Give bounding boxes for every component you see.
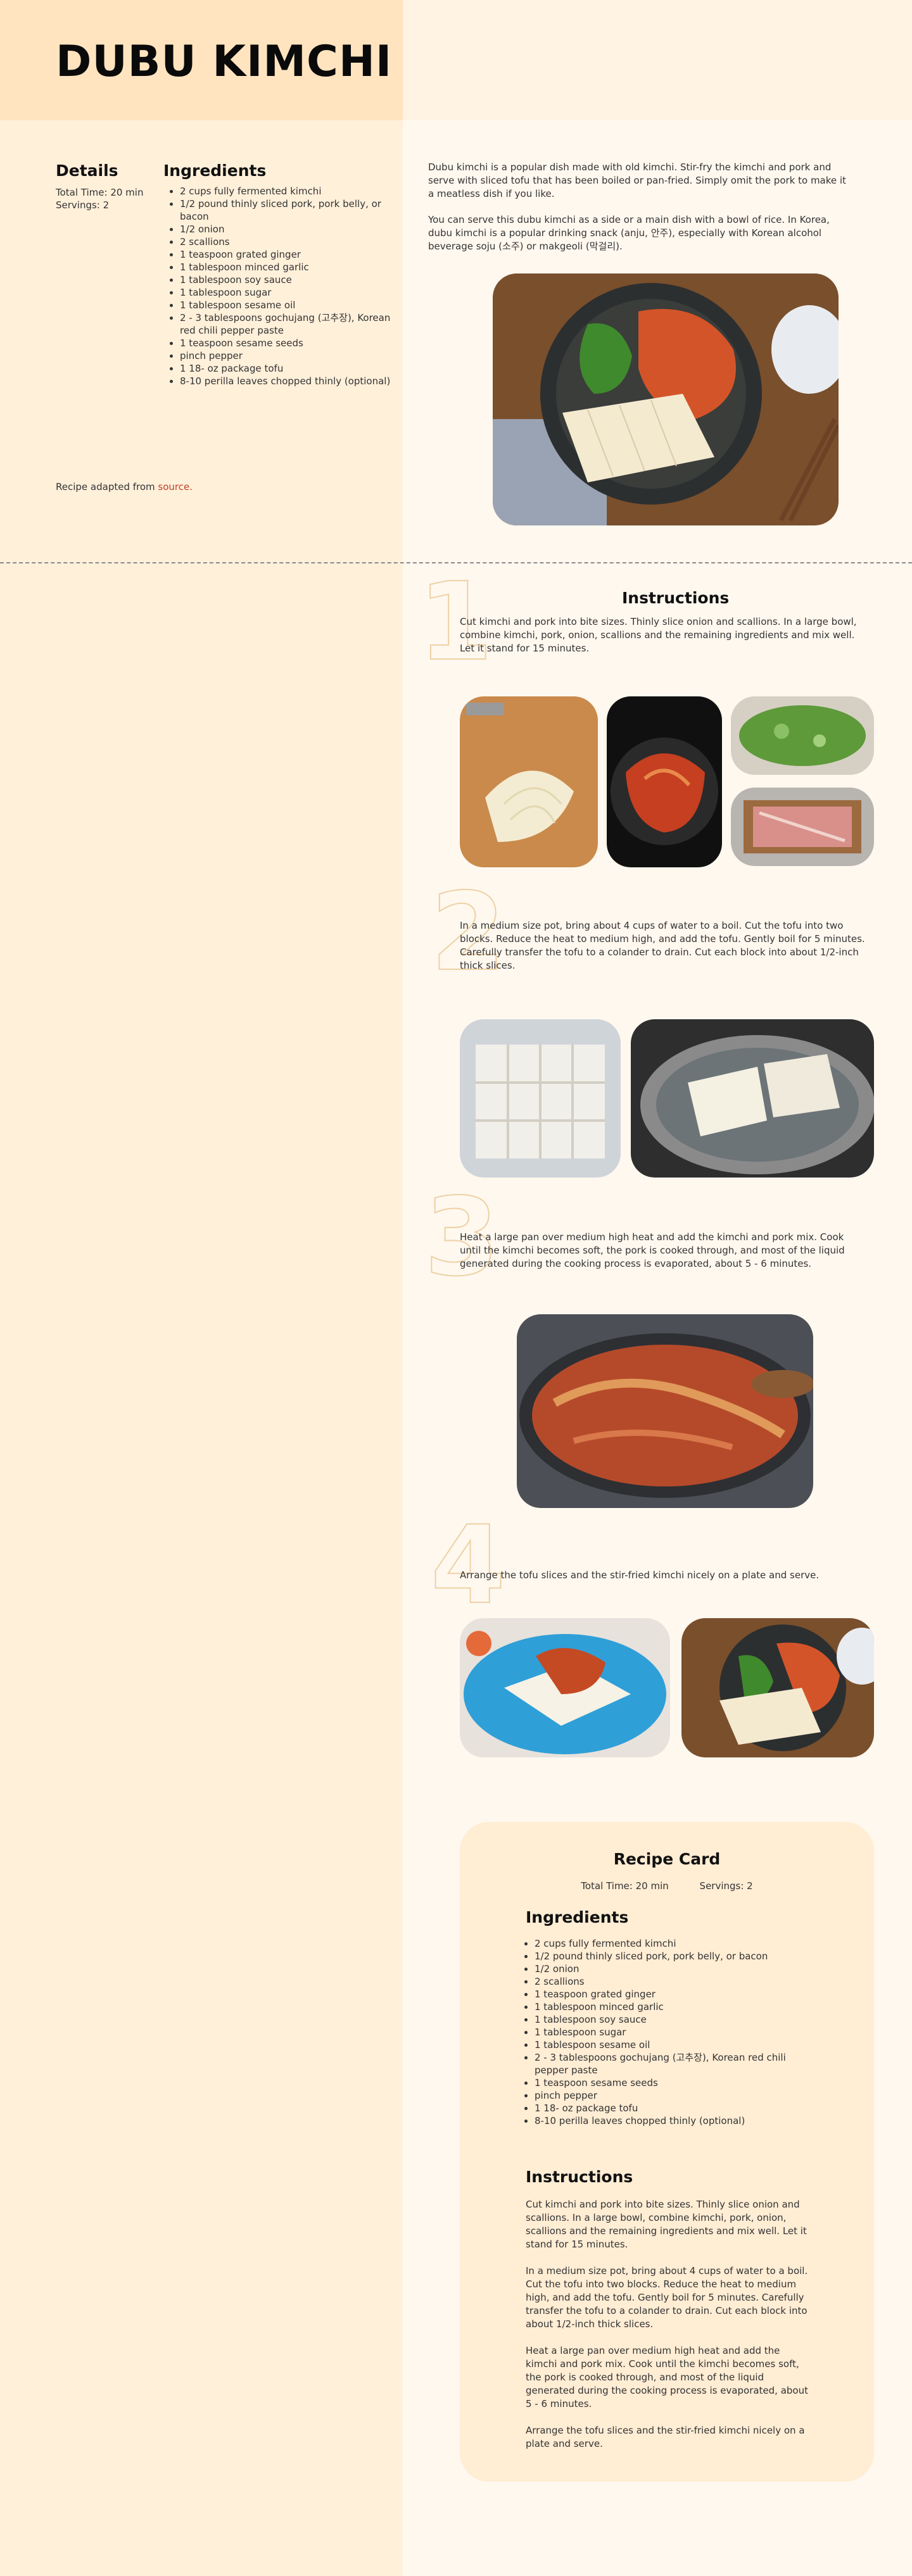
hero-photo — [493, 273, 839, 525]
tofu-blocks-photo — [460, 1019, 621, 1178]
list-item: 1/2 onion — [535, 1963, 817, 1975]
card-step: Heat a large pan over medium high heat a… — [526, 2345, 809, 2410]
kimchi-bowl-photo — [607, 696, 722, 867]
list-item: 2 - 3 tablespoons gochujang (고추장), Korea… — [535, 2051, 817, 2077]
card-ingredients-heading: Ingredients — [526, 1908, 629, 1926]
list-item: 8-10 perilla leaves chopped thinly (opti… — [535, 2114, 817, 2127]
list-item: 1 tablespoon sesame oil — [535, 2039, 817, 2051]
tofu-boiling-photo — [631, 1019, 874, 1178]
list-item: 1 tablespoon soy sauce — [535, 2013, 817, 2026]
list-item: 8-10 perilla leaves chopped thinly (opti… — [180, 375, 391, 387]
list-item: 1 tablespoon sugar — [535, 2026, 817, 2039]
list-item: 1/2 pound thinly sliced pork, pork belly… — [535, 1950, 817, 1963]
ingredients-section: Ingredients 2 cups fully fermented kimch… — [163, 161, 391, 387]
servings: Servings: 2 — [56, 199, 110, 211]
list-item: 1 teaspoon sesame seeds — [180, 337, 391, 349]
ingredients-list: 2 cups fully fermented kimchi 1/2 pound … — [163, 185, 391, 387]
list-item: 2 cups fully fermented kimchi — [535, 1937, 817, 1950]
card-instructions: Cut kimchi and pork into bite sizes. Thi… — [526, 2198, 811, 2464]
step-text: Cut kimchi and pork into bite sizes. Thi… — [460, 616, 857, 654]
instructions-heading: Instructions — [622, 589, 730, 607]
list-item: 2 scallions — [535, 1975, 817, 1988]
recipe-source-note: Recipe adapted from source. — [56, 481, 193, 493]
list-item: 1 18- oz package tofu — [180, 362, 391, 375]
source-prefix: Recipe adapted from — [56, 481, 158, 493]
list-item: 2 - 3 tablespoons gochujang (고추장), Korea… — [180, 311, 391, 337]
step-text: In a medium size pot, bring about 4 cups… — [460, 920, 865, 971]
list-item: 1 tablespoon sugar — [180, 286, 391, 299]
list-item: 1 tablespoon minced garlic — [535, 2001, 817, 2013]
title-band-right — [403, 0, 912, 120]
step-number: 4 — [430, 1503, 506, 1628]
list-item: pinch pepper — [180, 349, 391, 362]
card-ingredients-list: 2 cups fully fermented kimchi 1/2 pound … — [526, 1937, 817, 2127]
list-item: 2 cups fully fermented kimchi — [180, 185, 391, 198]
total-time: Total Time: 20 min — [56, 187, 144, 198]
card-servings: Servings: 2 — [699, 1880, 753, 1892]
list-item: 1 teaspoon sesame seeds — [535, 2077, 817, 2089]
list-item: 1 teaspoon grated ginger — [180, 248, 391, 261]
intro-text: Dubu kimchi is a popular dish made with … — [428, 161, 852, 266]
list-item: 1/2 pound thinly sliced pork, pork belly… — [180, 198, 391, 223]
list-item: 1 18- oz package tofu — [535, 2102, 817, 2114]
card-step: In a medium size pot, bring about 4 cups… — [526, 2265, 808, 2330]
recipe-card: Recipe Card Total Time: 20 min Servings:… — [460, 1822, 874, 2482]
plated-photo-blue — [460, 1618, 670, 1757]
ingredients-heading: Ingredients — [163, 161, 267, 180]
intro-paragraph: Dubu kimchi is a popular dish made with … — [428, 161, 846, 199]
recipe-card-title: Recipe Card — [613, 1850, 721, 1868]
card-step: Cut kimchi and pork into bite sizes. Thi… — [526, 2199, 807, 2250]
plated-photo-dark — [681, 1618, 874, 1757]
card-instructions-heading: Instructions — [526, 2168, 633, 2186]
list-item: 2 scallions — [180, 236, 391, 248]
list-item: 1 tablespoon soy sauce — [180, 273, 391, 286]
step-text: Arrange the tofu slices and the stir-fri… — [460, 1569, 820, 1581]
list-item: 1 tablespoon sesame oil — [180, 299, 391, 311]
step-text: Heat a large pan over medium high heat a… — [460, 1231, 845, 1269]
list-item: 1/2 onion — [180, 223, 391, 236]
list-item: 1 tablespoon minced garlic — [180, 261, 391, 273]
recipe-card-meta: Total Time: 20 min Servings: 2 — [460, 1880, 874, 1892]
card-step: Arrange the tofu slices and the stir-fri… — [526, 2425, 805, 2449]
pork-photo — [731, 788, 874, 866]
details-section: Details Total Time: 20 min Servings: 2 — [56, 161, 157, 211]
scallion-photo — [731, 696, 874, 775]
intro-paragraph: You can serve this dubu kimchi as a side… — [428, 214, 830, 252]
source-link[interactable]: source. — [158, 481, 193, 493]
card-total-time: Total Time: 20 min — [581, 1880, 669, 1892]
stir-fry-photo — [517, 1314, 813, 1508]
onion-photo — [460, 696, 598, 867]
list-item: pinch pepper — [535, 2089, 817, 2102]
list-item: 1 teaspoon grated ginger — [535, 1988, 817, 2001]
details-heading: Details — [56, 161, 118, 180]
page-title: DUBU KIMCHI — [56, 37, 393, 87]
